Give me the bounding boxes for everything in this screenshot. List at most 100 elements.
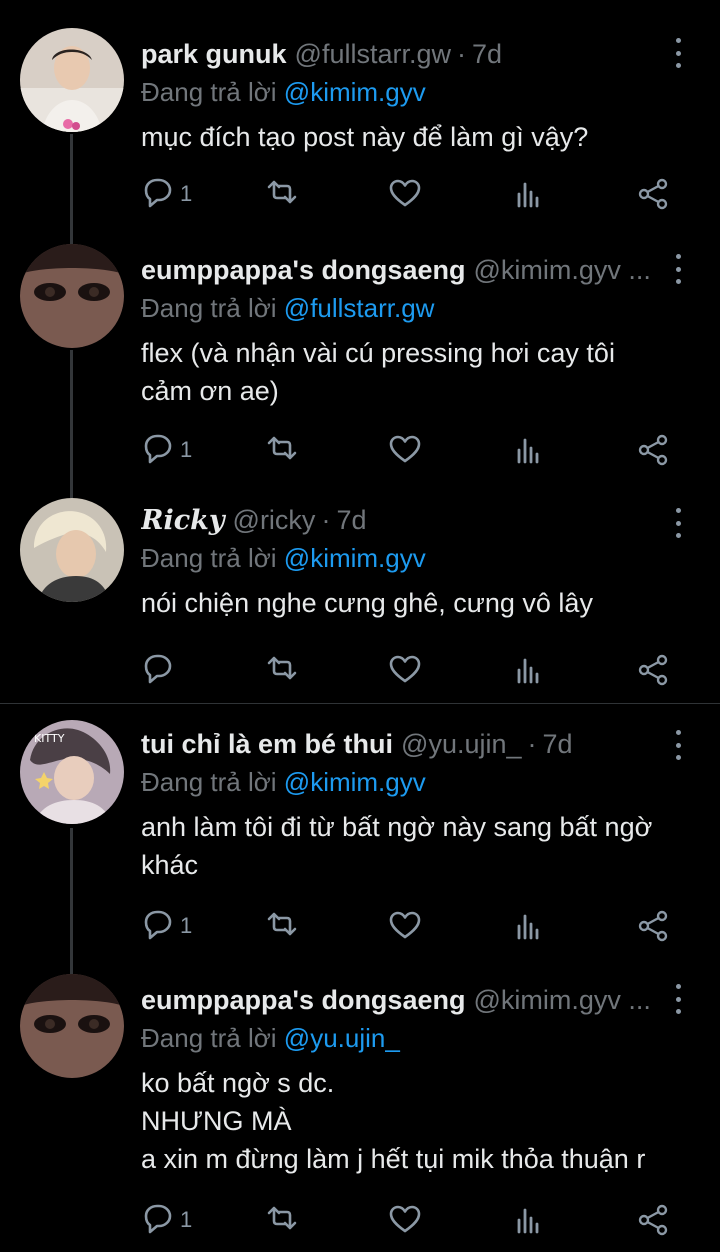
reply-mention[interactable]: @kimim.gyv — [284, 543, 426, 573]
retweet-button[interactable] — [264, 174, 300, 214]
like-button[interactable] — [387, 174, 423, 214]
reply-mention[interactable]: @kimim.gyv — [284, 77, 426, 107]
views-icon — [517, 182, 539, 208]
avatar[interactable] — [20, 28, 124, 132]
views-button[interactable] — [511, 174, 547, 214]
display-name[interactable]: park gunuk — [141, 38, 287, 70]
reply-mention[interactable]: @fullstarr.gw — [284, 293, 435, 323]
reply-icon — [144, 910, 172, 940]
share-button[interactable] — [636, 906, 672, 946]
tweet[interactable]: eumppappa's dongsaeng @kimim.gyv ... Đan… — [0, 244, 720, 484]
action-bar: 1 — [0, 1200, 720, 1240]
share-button[interactable] — [636, 1200, 672, 1240]
share-icon — [638, 910, 668, 942]
action-bar: 1 — [0, 906, 720, 946]
handle[interactable]: @kimim.gyv ... — [473, 254, 650, 286]
reply-prefix: Đang trả lời — [141, 767, 277, 797]
replying-to: Đang trả lời @yu.ujin_ — [141, 1020, 690, 1056]
like-button[interactable] — [387, 906, 423, 946]
views-icon — [517, 914, 539, 940]
display-name[interactable]: Ricky — [141, 505, 225, 536]
like-icon — [389, 179, 421, 207]
display-name[interactable]: eumppappa's dongsaeng — [141, 984, 465, 1016]
replying-to: Đang trả lời @kimim.gyv — [141, 764, 690, 800]
retweet-button[interactable] — [264, 430, 300, 470]
views-button[interactable] — [511, 430, 547, 470]
reply-button[interactable]: 1 — [140, 174, 192, 214]
reply-button[interactable] — [140, 650, 180, 690]
tweet[interactable]: Ricky @ricky · 7d Đang trả lời @kimim.gy… — [0, 498, 720, 698]
reply-mention[interactable]: @kimim.gyv — [284, 767, 426, 797]
reply-count: 1 — [180, 913, 193, 938]
tweet[interactable]: park gunuk @fullstarr.gw · 7d Đang trả l… — [0, 28, 720, 228]
timestamp[interactable]: 7d — [336, 504, 366, 536]
divider — [0, 703, 720, 704]
share-button[interactable] — [636, 174, 672, 214]
reply-button[interactable]: 1 — [140, 430, 192, 470]
reply-prefix: Đang trả lời — [141, 1023, 277, 1053]
retweet-icon — [267, 180, 297, 204]
tweet[interactable]: KITTY tui chỉ là em bé thui @yu.ujin_ · … — [0, 720, 720, 960]
like-icon — [389, 1205, 421, 1233]
separator-dot: · — [456, 39, 466, 69]
retweet-button[interactable] — [264, 906, 300, 946]
reply-prefix: Đang trả lời — [141, 77, 277, 107]
reply-prefix: Đang trả lời — [141, 293, 277, 323]
tweet[interactable]: eumppappa's dongsaeng @kimim.gyv ... Đan… — [0, 974, 720, 1244]
views-button[interactable] — [511, 906, 547, 946]
views-icon — [517, 658, 539, 684]
retweet-icon — [267, 656, 297, 680]
tweet-text: nói chiện nghe cưng ghê, cưng vô lây — [141, 588, 593, 618]
share-icon — [638, 654, 668, 686]
tweet-text: flex (và nhận vài cú pressing hơi cay tô… — [141, 338, 615, 406]
retweet-button[interactable] — [264, 650, 300, 690]
share-icon — [638, 1204, 668, 1236]
share-button[interactable] — [636, 650, 672, 690]
handle[interactable]: @yu.ujin_ — [401, 728, 521, 760]
like-button[interactable] — [387, 650, 423, 690]
reply-icon — [144, 178, 172, 208]
retweet-button[interactable] — [264, 1200, 300, 1240]
reply-mention[interactable]: @yu.ujin_ — [284, 1023, 400, 1053]
replying-to: Đang trả lời @fullstarr.gw — [141, 290, 690, 326]
views-icon — [517, 438, 539, 464]
action-bar: 1 — [0, 430, 720, 470]
reply-prefix: Đang trả lời — [141, 543, 277, 573]
action-bar: 1 — [0, 174, 720, 214]
display-name[interactable]: tui chỉ là em bé thui — [141, 728, 393, 760]
share-icon — [638, 434, 668, 466]
display-name[interactable]: eumppappa's dongsaeng — [141, 254, 465, 286]
views-button[interactable] — [511, 650, 547, 690]
handle[interactable]: @ricky — [233, 504, 316, 536]
timestamp[interactable]: 7d — [472, 38, 502, 70]
handle[interactable]: @kimim.gyv ... — [473, 984, 650, 1016]
views-button[interactable] — [511, 1200, 547, 1240]
separator-dot: · — [321, 505, 331, 535]
reply-icon — [144, 654, 172, 684]
avatar[interactable] — [20, 974, 124, 1078]
views-icon — [517, 1208, 539, 1234]
reply-count: 1 — [180, 437, 193, 462]
replying-to: Đang trả lời @kimim.gyv — [141, 540, 690, 576]
like-button[interactable] — [387, 1200, 423, 1240]
replying-to: Đang trả lời @kimim.gyv — [141, 74, 690, 110]
like-button[interactable] — [387, 430, 423, 470]
avatar[interactable] — [20, 244, 124, 348]
like-icon — [389, 655, 421, 683]
timestamp[interactable]: 7d — [543, 728, 573, 760]
reply-icon — [144, 1204, 172, 1234]
action-bar — [0, 650, 720, 690]
reply-button[interactable]: 1 — [140, 906, 192, 946]
retweet-icon — [267, 436, 297, 460]
reply-button[interactable]: 1 — [140, 1200, 192, 1240]
handle[interactable]: @fullstarr.gw — [295, 38, 451, 70]
retweet-icon — [267, 912, 297, 936]
reply-count: 1 — [180, 1207, 193, 1232]
avatar[interactable] — [20, 498, 124, 602]
share-button[interactable] — [636, 430, 672, 470]
tweet-text: mục đích tạo post này để làm gì vậy? — [141, 122, 589, 152]
tweet-text: anh làm tôi đi từ bất ngờ này sang bất n… — [141, 812, 653, 880]
avatar[interactable]: KITTY — [20, 720, 124, 824]
svg-text:KITTY: KITTY — [34, 732, 65, 745]
tweet-text: ko bất ngờ s dc. NHƯNG MÀ a xin m đừng l… — [141, 1068, 646, 1174]
